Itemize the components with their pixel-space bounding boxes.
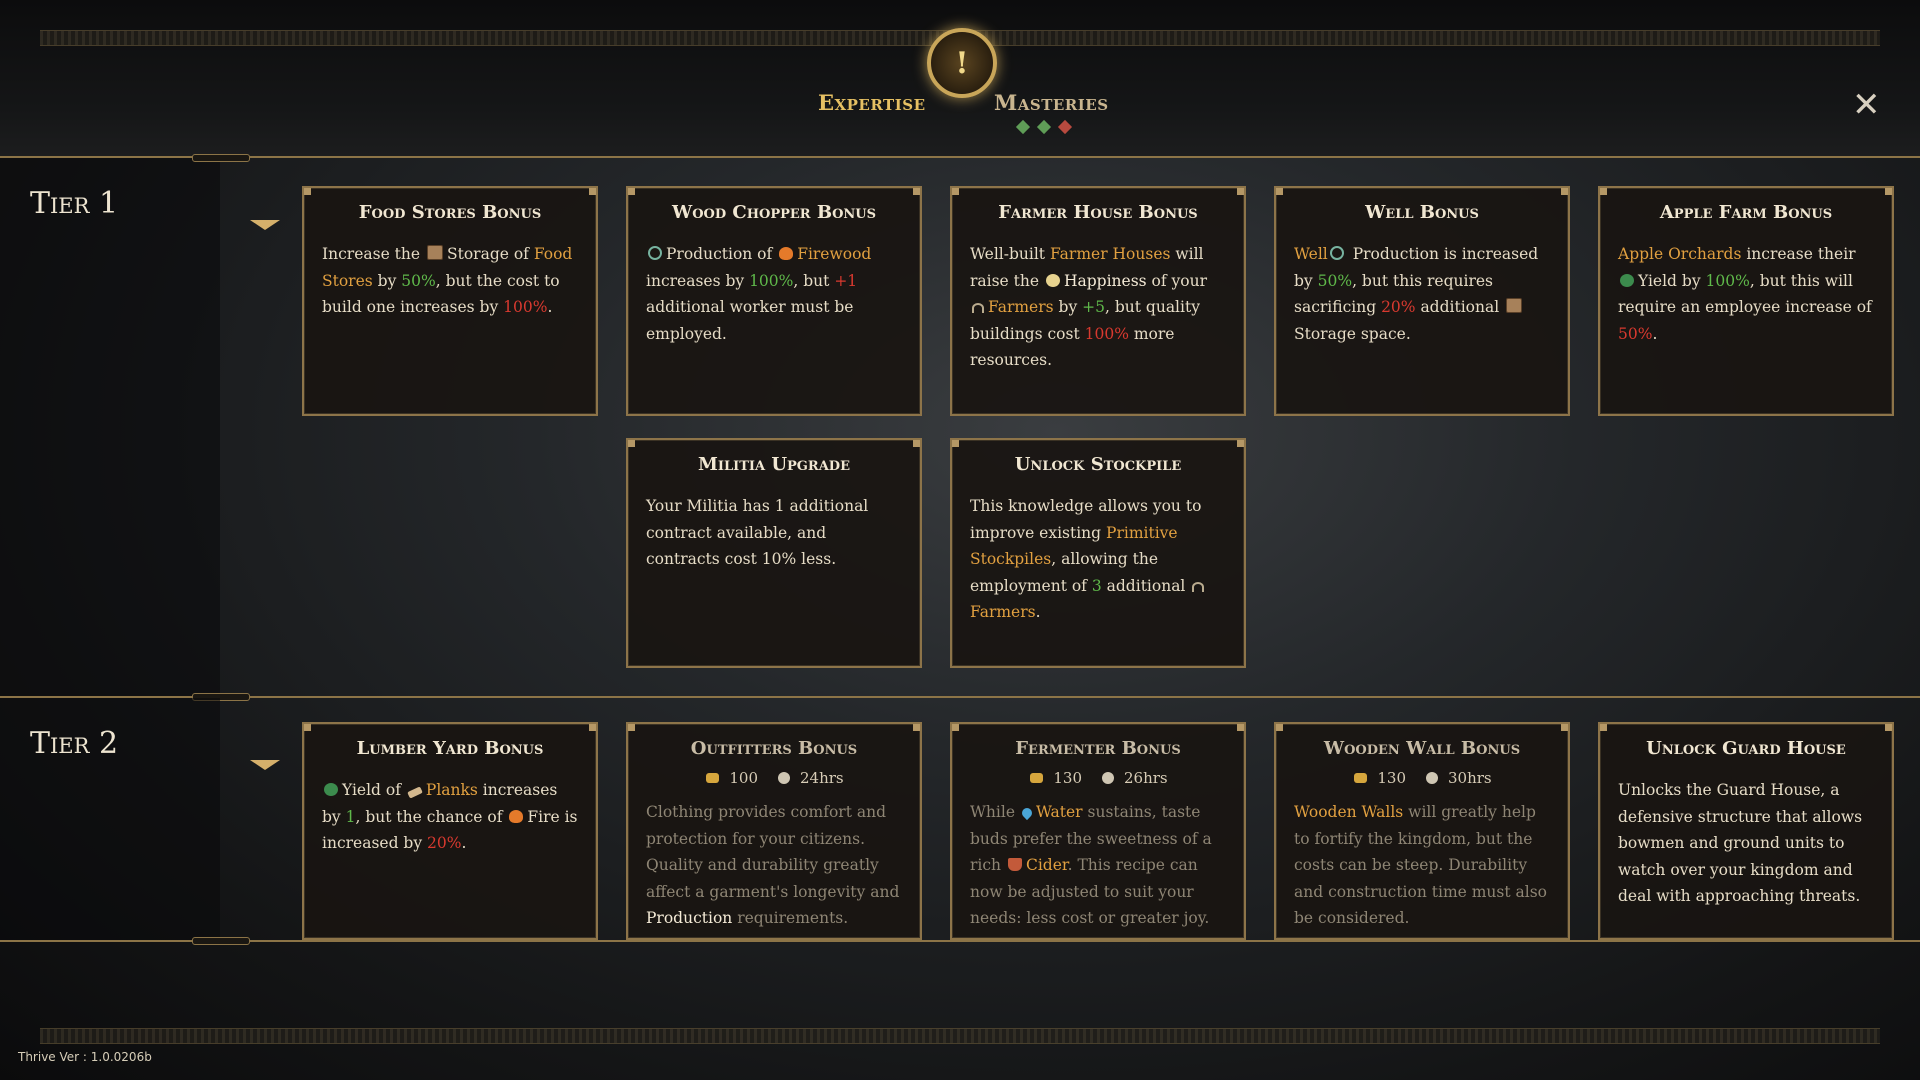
card-title: Wood Chopper Bonus [671,202,876,223]
bottom-divider [0,940,1920,942]
card-description: Well-built Farmer Houses will raise the … [970,245,1208,369]
farmer-sickle-icon [972,303,984,313]
firewood-icon [779,247,794,260]
card-description: Wooden Walls will greatly help to fortif… [1294,803,1548,927]
card-cost: 130 26hrs [970,769,1226,787]
card-title: Food Stores Bonus [358,202,542,223]
mastery-diamond-icon [1057,119,1073,135]
card-description: While Water sustains, taste buds prefer … [970,803,1212,927]
card-wood-chopper-bonus[interactable]: Wood Chopper Bonus Production of Firewoo… [626,186,922,416]
cost-amount: 130 [1053,769,1082,787]
tier-1-label: Tier 1 [30,186,119,221]
card-description: Unlocks the Guard House, a defensive str… [1618,781,1863,905]
card-title: Wooden Wall Bonus [1323,738,1521,759]
card-farmer-house-bonus[interactable]: Farmer House Bonus Well-built Farmer Hou… [950,186,1246,416]
card-apple-farm-bonus[interactable]: Apple Farm Bonus Apple Orchards increase… [1598,186,1894,416]
happiness-icon [1045,273,1060,287]
mastery-diamond-icon [1036,119,1052,135]
card-title: Unlock Guard House [1646,738,1846,759]
card-cost: 100 24hrs [646,769,902,787]
farmer-sickle-icon [1192,581,1205,592]
planks-icon [407,786,423,799]
card-description: Production of Firewood increases by 100%… [646,245,872,343]
production-gear-icon [1329,246,1344,260]
card-well-bonus[interactable]: Well Bonus Well Production is increased … [1274,186,1570,416]
bottom-ornament-rope [40,1028,1880,1044]
alert-emblem-icon[interactable]: ! [927,28,997,98]
card-description: Your Militia has 1 additional contract a… [646,497,869,568]
gold-coin-icon [1030,773,1044,783]
storage-chest-icon [1506,298,1523,313]
research-time: 30hrs [1448,769,1492,787]
tier-2-collapse-arrow-icon[interactable] [250,760,280,770]
storage-chest-icon [426,245,443,260]
version-label: Thrive Ver : 1.0.0206b [18,1050,152,1064]
masteries-indicators [1015,119,1073,135]
card-description: Apple Orchards increase their Yield by 1… [1618,245,1872,343]
gold-coin-icon [706,773,720,783]
tier-1-collapse-arrow-icon[interactable] [250,220,280,230]
tier-2-label: Tier 2 [30,726,119,761]
mastery-diamond-icon [1015,119,1031,135]
yield-leaf-icon [1620,273,1634,287]
card-fermenter-bonus[interactable]: Fermenter Bonus 130 26hrs While Water su… [950,722,1246,940]
tier-2-sidebar: Tier 2 [0,698,220,940]
fire-icon [509,809,524,823]
clock-icon [1426,772,1438,784]
card-title: Lumber Yard Bonus [356,738,544,759]
divider-knot [192,937,250,945]
card-title: Farmer House Bonus [998,202,1198,223]
card-description: Well Production is increased by 50%, but… [1294,245,1539,343]
card-title: Militia Upgrade [698,454,850,475]
card-description: This knowledge allows you to improve exi… [970,493,1226,626]
card-title: Apple Farm Bonus [1659,202,1833,223]
cost-amount: 100 [729,769,758,787]
gold-coin-icon [1354,773,1368,783]
card-title: Well Bonus [1365,202,1479,223]
tier-1-sidebar: Tier 1 [0,158,220,696]
card-description: Clothing provides comfort and protection… [646,803,900,927]
card-wooden-wall-bonus[interactable]: Wooden Wall Bonus 130 30hrs Wooden Walls… [1274,722,1570,940]
research-time: 26hrs [1124,769,1168,787]
production-gear-icon [648,246,662,260]
card-title: Outfitters Bonus [690,738,858,759]
card-description: Yield of Planks increases by 1, but the … [322,781,578,852]
card-title: Unlock Stockpile [1014,454,1182,475]
tab-masteries[interactable]: Masteries [994,90,1109,115]
water-drop-icon [1019,805,1035,821]
card-food-stores-bonus[interactable]: Food Stores Bonus Increase the Storage o… [302,186,598,416]
close-button[interactable]: ✕ [1852,88,1881,122]
card-cost: 130 30hrs [1294,769,1550,787]
card-unlock-stockpile[interactable]: Unlock Stockpile This knowledge allows y… [950,438,1246,668]
card-lumber-yard-bonus[interactable]: Lumber Yard Bonus Yield of Planks increa… [302,722,598,940]
card-unlock-guard-house[interactable]: Unlock Guard House Unlocks the Guard Hou… [1598,722,1894,940]
divider-knot [192,154,250,162]
clock-icon [1102,772,1114,784]
research-time: 24hrs [800,769,844,787]
cider-icon [1007,858,1022,871]
tab-expertise[interactable]: Expertise [818,90,926,115]
card-title: Fermenter Bonus [1015,738,1181,759]
clock-icon [778,772,790,784]
card-outfitters-bonus[interactable]: Outfitters Bonus 100 24hrs Clothing prov… [626,722,922,940]
card-militia-upgrade[interactable]: Militia Upgrade Your Militia has 1 addit… [626,438,922,668]
card-description: Increase the Storage of Food Stores by 5… [322,245,573,316]
cost-amount: 130 [1377,769,1406,787]
yield-leaf-icon [324,783,338,796]
